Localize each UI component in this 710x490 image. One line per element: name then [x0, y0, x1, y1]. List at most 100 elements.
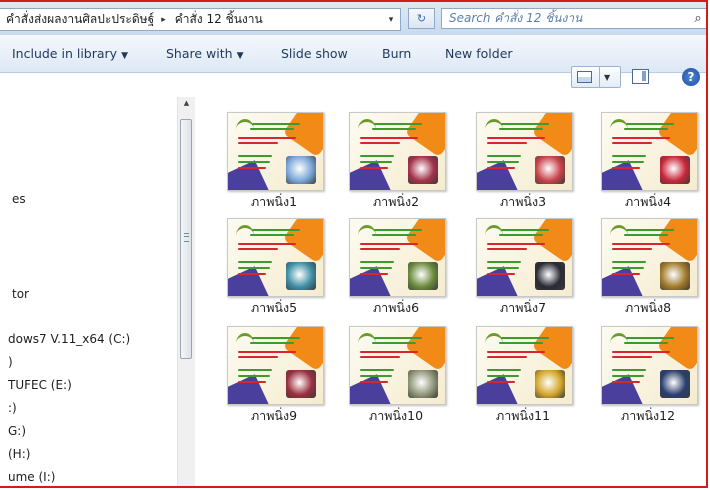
- search-box[interactable]: Search คำสั่ง 12 ชิ้นงาน ⌕: [441, 8, 706, 29]
- file-item[interactable]: ภาพนิ่ง7: [467, 211, 579, 323]
- breadcrumb-current[interactable]: คำสั่ง 12 ชิ้นงาน: [169, 10, 267, 29]
- nav-item-drive-h[interactable]: (H:): [8, 447, 30, 461]
- nav-item-drive-e[interactable]: TUFEC (E:): [8, 378, 72, 392]
- thumbnail-text-line: [238, 142, 278, 144]
- thumbnail-text-line: [612, 375, 644, 377]
- thumbnail-text-line: [238, 267, 270, 269]
- thumbnail-text-line: [238, 248, 278, 250]
- file-item[interactable]: ภาพนิ่ง3: [467, 105, 579, 217]
- chevron-down-icon[interactable]: ▼: [604, 73, 610, 82]
- file-item[interactable]: ภาพนิ่ง4: [592, 105, 704, 217]
- thumbnail-text-line: [487, 381, 515, 383]
- thumbnail-purple-band: [602, 160, 644, 190]
- nav-item-drive-d[interactable]: ): [8, 355, 13, 369]
- thumbnail-text-line: [360, 356, 400, 358]
- address-bar-row: คำสั่งส่งผลงานศิลปะประดิษฐ์ ▸ คำสั่ง 12 …: [0, 2, 706, 36]
- search-input[interactable]: Search คำสั่ง 12 ชิ้นงาน: [442, 9, 688, 28]
- thumbnail-text-line: [374, 123, 422, 125]
- nav-item-drive-g[interactable]: G:): [8, 424, 26, 438]
- nav-item-drive-c[interactable]: dows7 V.11_x64 (C:): [8, 332, 130, 346]
- thumbnail-text-line: [626, 123, 674, 125]
- nav-item-drive-f[interactable]: :): [8, 401, 17, 415]
- scroll-up-arrow-icon[interactable]: ▲: [178, 99, 195, 113]
- thumbnail-text-line: [487, 273, 515, 275]
- file-thumbnail: [227, 112, 324, 191]
- thumbnail-photo: [535, 156, 565, 184]
- view-icon: [577, 71, 592, 83]
- file-item[interactable]: ภาพนิ่ง10: [340, 319, 452, 431]
- address-bar[interactable]: คำสั่งส่งผลงานศิลปะประดิษฐ์ ▸ คำสั่ง 12 …: [0, 8, 401, 31]
- file-item[interactable]: ภาพนิ่ง1: [218, 105, 330, 217]
- new-folder-button[interactable]: New folder: [445, 46, 513, 61]
- thumbnail-purple-band: [477, 160, 519, 190]
- help-button[interactable]: ?: [682, 68, 700, 86]
- file-thumbnail: [601, 326, 698, 405]
- thumbnail-text-line: [360, 375, 392, 377]
- nav-scrollbar[interactable]: ▲: [177, 97, 195, 486]
- thumbnail-text-line: [487, 243, 545, 245]
- change-view-button[interactable]: ▼: [571, 66, 621, 88]
- nav-item-drive-i[interactable]: ume (I:): [8, 470, 55, 484]
- thumbnail-purple-band: [477, 374, 519, 404]
- thumbnail-purple-band: [477, 266, 519, 296]
- thumbnail-text-line: [238, 137, 296, 139]
- file-thumbnail: [601, 218, 698, 297]
- file-name: ภาพนิ่ง4: [624, 194, 672, 209]
- thumbnail-text-line: [238, 155, 272, 157]
- search-icon[interactable]: ⌕: [688, 11, 706, 26]
- thumbnail-text-line: [360, 381, 388, 383]
- thumbnail-orange-band: [404, 219, 445, 264]
- thumbnail-text-line: [238, 369, 272, 371]
- refresh-button[interactable]: ↻: [408, 8, 435, 29]
- thumbnail-orange-band: [656, 219, 697, 264]
- file-item[interactable]: ภาพนิ่ง11: [467, 319, 579, 431]
- file-item[interactable]: ภาพนิ่ง2: [340, 105, 452, 217]
- navigation-pane: es tor dows7 V.11_x64 (C:) ) TUFEC (E:) …: [0, 97, 178, 486]
- thumbnail-text-line: [612, 351, 670, 353]
- burn-button[interactable]: Burn: [382, 46, 411, 61]
- thumbnail-text-line: [250, 342, 294, 344]
- thumbnail-text-line: [499, 128, 543, 130]
- thumbnail-purple-band: [602, 374, 644, 404]
- thumbnail-text-line: [487, 261, 521, 263]
- share-with-button[interactable]: Share with ▼: [166, 46, 244, 61]
- file-thumbnail: [601, 112, 698, 191]
- thumbnail-text-line: [487, 351, 545, 353]
- thumbnail-text-line: [360, 267, 392, 269]
- breadcrumb-parent[interactable]: คำสั่งส่งผลงานศิลปะประดิษฐ์: [0, 10, 158, 29]
- include-in-library-button[interactable]: Include in library ▼: [12, 46, 128, 61]
- thumbnail-text-line: [612, 273, 640, 275]
- thumbnail-purple-band: [350, 374, 392, 404]
- thumbnail-text-line: [238, 167, 266, 169]
- slide-show-button[interactable]: Slide show: [281, 46, 348, 61]
- breadcrumb-separator-icon[interactable]: ▸: [158, 15, 169, 25]
- thumbnail-photo: [535, 370, 565, 398]
- nav-item-favorites[interactable]: es: [12, 192, 26, 206]
- thumbnail-text-line: [612, 248, 652, 250]
- thumbnail-photo: [660, 156, 690, 184]
- address-history-dropdown-icon[interactable]: ▾: [382, 9, 400, 30]
- file-item[interactable]: ภาพนิ่ง8: [592, 211, 704, 323]
- thumbnail-text-line: [499, 234, 543, 236]
- thumbnail-purple-band: [602, 266, 644, 296]
- thumbnail-text-line: [626, 337, 674, 339]
- file-name: ภาพนิ่ง12: [620, 408, 676, 423]
- file-item[interactable]: ภาพนิ่ง6: [340, 211, 452, 323]
- file-item[interactable]: ภาพนิ่ง12: [592, 319, 704, 431]
- file-item[interactable]: ภาพนิ่ง5: [218, 211, 330, 323]
- explorer-window: คำสั่งส่งผลงานศิลปะประดิษฐ์ ▸ คำสั่ง 12 …: [0, 0, 708, 488]
- file-name: ภาพนิ่ง10: [368, 408, 424, 423]
- thumbnail-text-line: [487, 137, 545, 139]
- thumbnail-text-line: [360, 167, 388, 169]
- thumbnail-text-line: [250, 128, 294, 130]
- scroll-thumb[interactable]: [180, 119, 192, 359]
- thumbnail-text-line: [612, 142, 652, 144]
- thumbnail-text-line: [250, 234, 294, 236]
- file-item[interactable]: ภาพนิ่ง9: [218, 319, 330, 431]
- thumbnail-text-line: [360, 161, 392, 163]
- thumbnail-text-line: [487, 375, 519, 377]
- preview-pane-icon[interactable]: [632, 69, 649, 84]
- file-thumbnail: [476, 326, 573, 405]
- nav-item-computer[interactable]: tor: [12, 287, 29, 301]
- thumbnail-text-line: [360, 137, 418, 139]
